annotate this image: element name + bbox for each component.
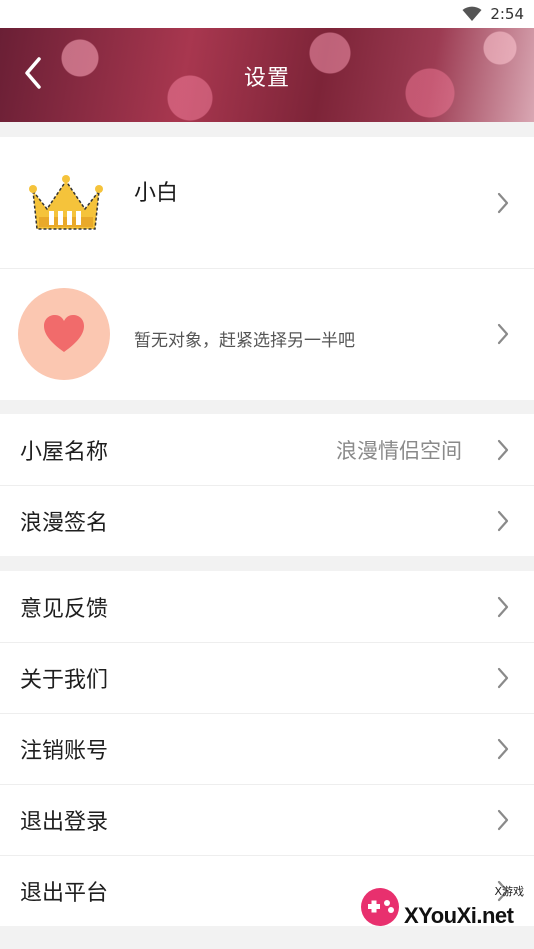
- chevron-right-icon: [497, 596, 509, 617]
- profile-section: 小白 暂无对象，赶紧选择另一半吧: [0, 137, 534, 400]
- delete-account-row[interactable]: 注销账号: [0, 713, 534, 784]
- partner-status-text: 暂无对象，赶紧选择另一半吧: [134, 331, 355, 351]
- house-name-label: 小屋名称: [20, 439, 109, 465]
- avatar: [20, 157, 112, 249]
- crown-icon: [29, 174, 103, 230]
- delete-account-label: 注销账号: [20, 739, 109, 764]
- status-time: 2:54: [490, 5, 524, 23]
- chevron-right-icon: [497, 192, 509, 213]
- partner-row[interactable]: 暂无对象，赶紧选择另一半吧: [0, 268, 534, 399]
- gamepad-logo-icon: [361, 888, 399, 926]
- chevron-right-icon: [497, 809, 509, 831]
- profile-row[interactable]: 小白: [0, 137, 534, 268]
- chevron-right-icon: [497, 439, 509, 460]
- house-name-value: 浪漫情侣空间: [336, 438, 462, 463]
- romantic-signature-row[interactable]: 浪漫签名: [0, 485, 534, 556]
- logout-label: 退出登录: [20, 810, 109, 835]
- watermark: X游戏 XYouXi.net: [358, 881, 528, 941]
- about-us-row[interactable]: 关于我们: [0, 642, 534, 713]
- chevron-right-icon: [497, 738, 509, 760]
- feedback-row[interactable]: 意见反馈: [0, 571, 534, 642]
- wifi-icon: [462, 6, 482, 21]
- heart-icon: [44, 315, 84, 352]
- chevron-right-icon: [497, 510, 509, 532]
- feedback-label: 意见反馈: [20, 596, 109, 622]
- house-name-row[interactable]: 小屋名称 浪漫情侣空间: [0, 414, 534, 485]
- logout-row[interactable]: 退出登录: [0, 784, 534, 855]
- page-title: 设置: [243, 66, 290, 91]
- chevron-right-icon: [497, 667, 509, 689]
- header-banner: 设置: [0, 28, 534, 122]
- partner-avatar: [18, 288, 110, 380]
- chevron-right-icon: [497, 323, 509, 345]
- romantic-signature-label: 浪漫签名: [20, 511, 109, 536]
- watermark-site: XYouXi.net: [404, 903, 514, 928]
- account-settings-section: 意见反馈 关于我们 注销账号 退出登录 退出平台: [0, 571, 534, 926]
- status-bar: 2:54: [0, 0, 534, 28]
- exit-platform-label: 退出平台: [20, 881, 109, 906]
- about-us-label: 关于我们: [20, 668, 109, 693]
- watermark-tag: X游戏: [494, 885, 524, 898]
- profile-name: 小白: [134, 181, 179, 206]
- house-settings-section: 小屋名称 浪漫情侣空间 浪漫签名: [0, 414, 534, 556]
